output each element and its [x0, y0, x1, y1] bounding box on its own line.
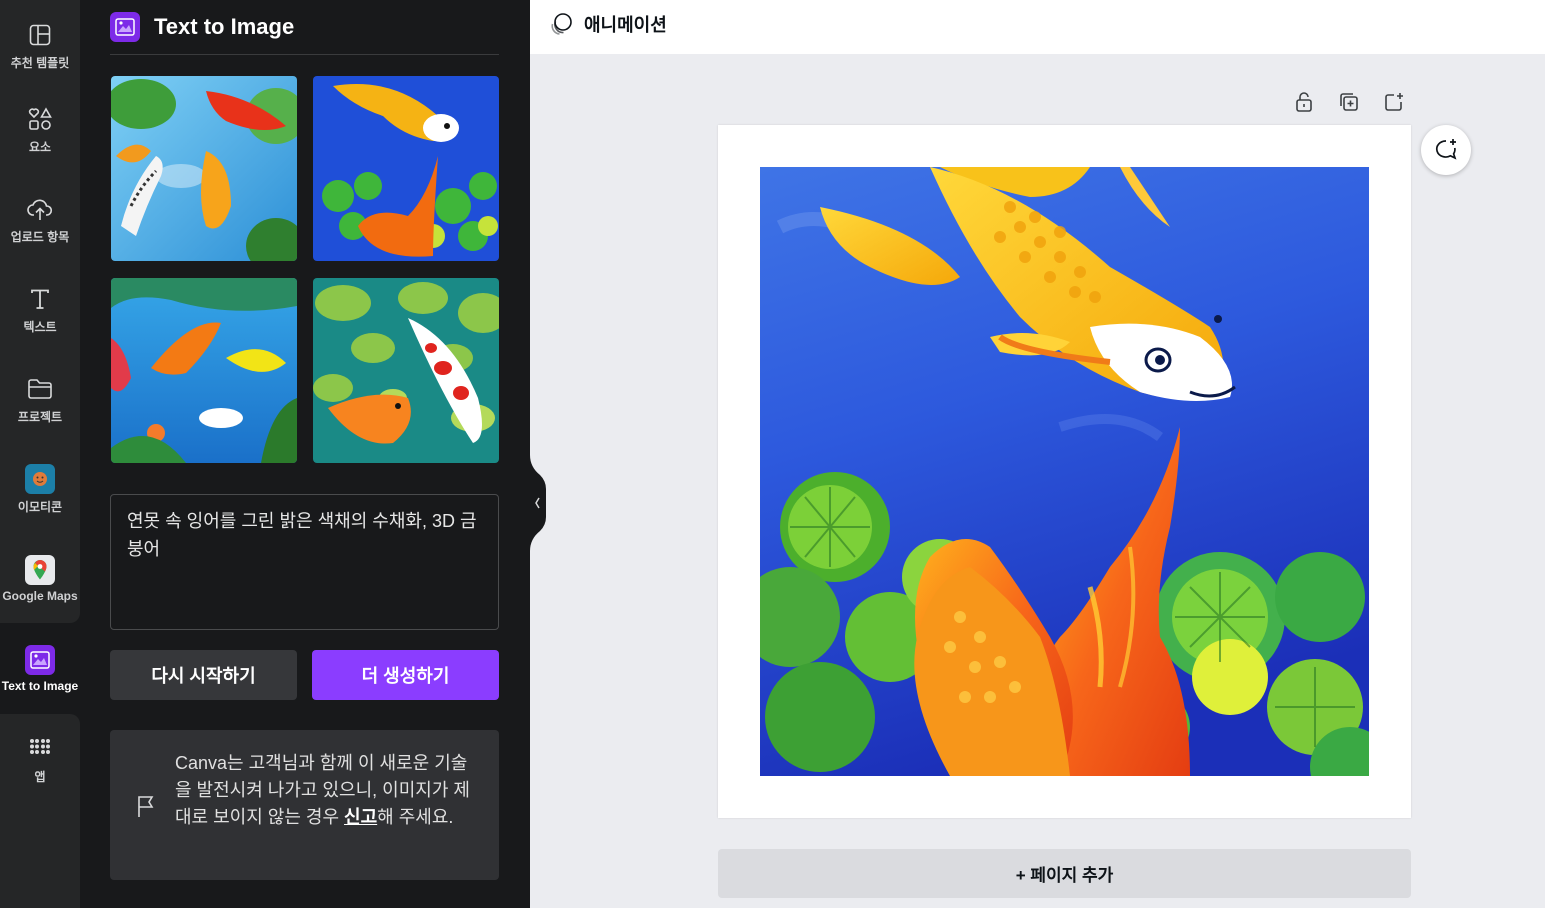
page-toolbar — [1290, 88, 1408, 116]
flag-icon — [136, 794, 156, 818]
upload-cloud-icon — [25, 194, 55, 224]
animation-label: 애니메이션 — [584, 15, 667, 35]
comment-plus-icon — [1433, 137, 1459, 163]
rail-item-uploads[interactable]: 업로드 항목 — [0, 174, 80, 264]
rail-item-emoji[interactable]: 이모티콘 — [0, 444, 80, 534]
add-page-button[interactable]: + 페이지 추가 — [718, 849, 1411, 898]
restart-button[interactable]: 다시 시작하기 — [110, 650, 297, 700]
rail-item-label: 요소 — [28, 139, 52, 154]
prompt-textarea[interactable]: 연못 속 잉어를 그린 밝은 색채의 수채화, 3D 금붕어 — [110, 494, 499, 630]
design-page[interactable] — [718, 125, 1411, 818]
rail-item-label: 추천 템플릿 — [10, 55, 70, 70]
panel-app-icon — [110, 12, 140, 42]
add-page-toolbar-button[interactable] — [1380, 88, 1408, 116]
emoji-app-icon — [25, 463, 55, 494]
rail-item-text-to-image[interactable]: Text to Image — [0, 624, 80, 714]
rail-item-projects[interactable]: 프로젝트 — [0, 354, 80, 444]
duplicate-page-button[interactable] — [1335, 88, 1363, 116]
notice-text: Canva는 고객님과 함께 이 새로운 기술을 발전시켜 나가고 있으니, 이… — [175, 750, 475, 831]
text-to-image-icon — [25, 645, 55, 675]
generated-image-4[interactable] — [313, 278, 499, 463]
editor-topbar: 애니메이션 — [530, 0, 1545, 54]
animation-icon — [548, 11, 574, 37]
generated-image-2[interactable] — [313, 76, 499, 261]
rail-item-label: Text to Image — [1, 679, 79, 693]
rail-item-templates[interactable]: 추천 템플릿 — [0, 0, 80, 90]
template-icon — [25, 20, 55, 50]
feedback-notice: Canva는 고객님과 함께 이 새로운 기술을 발전시켜 나가고 있으니, 이… — [110, 730, 499, 880]
rail-item-label: 이모티콘 — [17, 499, 63, 514]
rail-item-apps[interactable]: 앱 — [0, 714, 80, 804]
report-link[interactable]: 신고 — [344, 807, 377, 827]
rail-item-label: 앱 — [34, 769, 46, 784]
apps-grid-icon — [25, 734, 55, 764]
animation-button[interactable]: 애니메이션 — [548, 10, 667, 38]
unlock-icon — [1294, 91, 1314, 113]
generate-more-button[interactable]: 더 생성하기 — [312, 650, 499, 700]
generated-image-3[interactable] — [111, 278, 297, 463]
lock-page-button[interactable] — [1290, 88, 1318, 116]
panel-title: Text to Image — [154, 14, 295, 39]
rail-item-google-maps[interactable]: Google Maps — [0, 534, 80, 624]
koi-image[interactable] — [760, 167, 1369, 776]
side-rail: 추천 템플릿 요소 업로드 항목 텍스트 프로젝트 이모티콘 Google Ma… — [0, 0, 80, 908]
rail-item-label: Google Maps — [2, 589, 78, 603]
google-maps-icon — [25, 555, 55, 585]
add-comment-button[interactable] — [1421, 125, 1471, 175]
rail-item-text[interactable]: 텍스트 — [0, 264, 80, 354]
notice-suffix: 해 주세요. — [377, 807, 454, 827]
rail-item-label: 업로드 항목 — [10, 229, 70, 244]
elements-icon — [25, 104, 55, 134]
add-page-icon — [1383, 91, 1405, 113]
collapse-panel-button[interactable] — [530, 455, 546, 551]
panel-header: Text to Image — [110, 0, 499, 55]
text-icon — [25, 284, 55, 314]
rail-item-label: 텍스트 — [23, 319, 57, 334]
folder-icon — [25, 374, 55, 404]
rail-item-elements[interactable]: 요소 — [0, 84, 80, 174]
text-to-image-panel: Text to Image 연못 속 잉어를 그린 밝은 색채의 수채화, 3D… — [80, 0, 530, 908]
duplicate-icon — [1338, 91, 1360, 113]
generated-image-1[interactable] — [111, 76, 297, 261]
rail-item-label: 프로젝트 — [17, 409, 63, 424]
